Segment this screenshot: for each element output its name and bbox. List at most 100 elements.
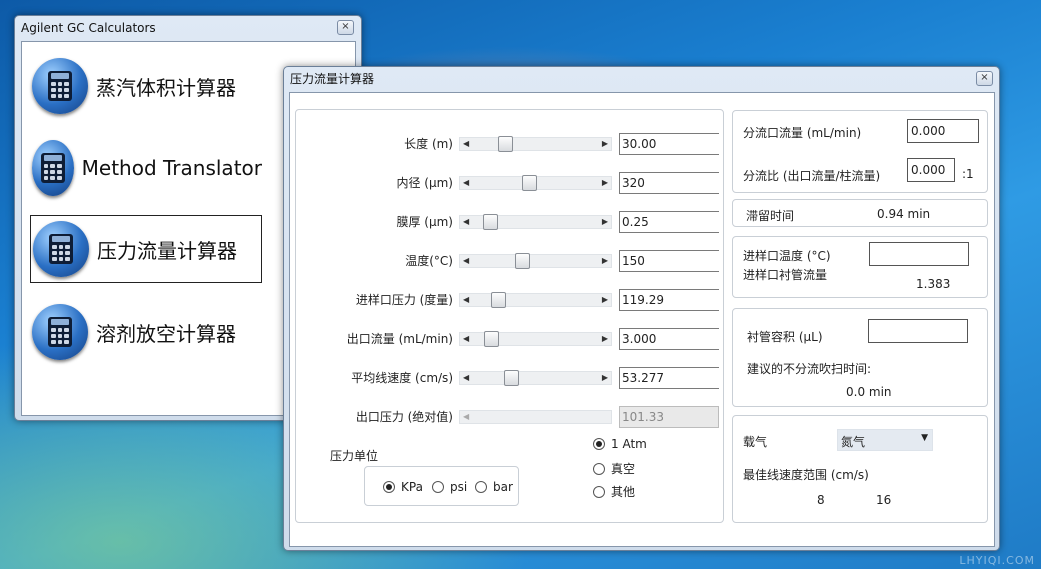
param-slider[interactable]: ◀ ▶ [459, 136, 612, 152]
carrier-gas-label: 载气 [743, 435, 768, 449]
param-input[interactable]: 3.000 [619, 328, 719, 350]
slider-left-arrow-icon[interactable]: ◀ [463, 295, 469, 304]
pressure-flow-close-button[interactable]: × [976, 71, 993, 86]
param-slider[interactable]: ◀ ▶ [459, 175, 612, 191]
liner-flow-value: 1.383 [916, 277, 951, 291]
slider-right-arrow-icon[interactable]: ▶ [602, 295, 608, 304]
inlet-temp-input[interactable] [869, 242, 969, 266]
launcher-close-button[interactable]: × [337, 20, 354, 35]
param-input[interactable]: 0.25 [619, 211, 719, 233]
menu-item-label: Method Translator [81, 156, 262, 180]
pressure-unit-label: 压力单位 [330, 449, 379, 463]
menu-item-label: 压力流量计算器 [97, 238, 237, 263]
slider-right-arrow-icon[interactable]: ▶ [602, 334, 608, 343]
slider-thumb[interactable] [503, 370, 519, 386]
radio-circle [432, 481, 444, 493]
slider-left-arrow-icon[interactable]: ◀ [463, 334, 469, 343]
param-row: 膜厚 (μm) ◀ ▶ 0.25 [296, 209, 725, 233]
param-input[interactable]: 30.00 [619, 133, 719, 155]
radio-outlet-vacuum[interactable]: 真空 [593, 460, 635, 477]
velocity-range-max: 16 [876, 493, 892, 507]
radio-psi[interactable]: psi [432, 480, 467, 494]
calculator-icon [32, 58, 88, 114]
inlet-temp-label: 进样口温度 (°C) [743, 249, 831, 263]
param-input[interactable]: 150 [619, 250, 719, 272]
param-input[interactable]: 53.277 [619, 367, 719, 389]
calculator-icon [32, 304, 88, 360]
param-slider[interactable]: ◀ ▶ [459, 214, 612, 230]
holdup-value: 0.94 min [877, 207, 931, 221]
param-slider[interactable]: ◀ ▶ [459, 331, 612, 347]
split-flow-input[interactable]: 0.000 [907, 119, 979, 143]
watermark: LHYIQI.COM [959, 554, 1035, 567]
liner-panel: 衬管容积 (μL) 建议的不分流吹扫时间: 0.0 min [732, 308, 988, 407]
param-row: 温度(°C) ◀ ▶ 150 [296, 248, 725, 272]
inlet-panel: 进样口温度 (°C) 进样口衬管流量 1.383 [732, 236, 988, 298]
param-label: 长度 (m) [404, 137, 453, 151]
slider-thumb[interactable] [521, 175, 537, 191]
split-ratio-input[interactable]: 0.000 [907, 158, 955, 182]
slider-thumb[interactable] [514, 253, 530, 269]
chevron-down-icon[interactable]: ▼ [921, 433, 928, 443]
radio-label: 其他 [611, 485, 636, 499]
param-input[interactable]: 119.29 [619, 289, 719, 311]
pressure-flow-client-area: 长度 (m) ◀ ▶ 30.00 内径 (μm) ◀ ▶ 320 膜厚 (μm) [289, 92, 995, 547]
pressure-unit-group: KPa psi bar [364, 466, 519, 506]
radio-outlet-1atm[interactable]: 1 Atm [593, 437, 647, 451]
param-label: 膜厚 (μm) [396, 215, 453, 229]
calculator-icon [32, 140, 74, 196]
param-slider-disabled: ◀ [459, 410, 612, 424]
liner-volume-label: 衬管容积 (μL) [747, 330, 823, 344]
radio-bar[interactable]: bar [475, 480, 513, 494]
menu-item-vapor-volume[interactable]: 蒸汽体积计算器 [30, 52, 262, 120]
liner-volume-input[interactable] [868, 319, 968, 343]
param-input-disabled: 101.33 [619, 406, 719, 428]
radio-label: bar [493, 480, 513, 494]
param-row: 出口流量 (mL/min) ◀ ▶ 3.000 [296, 326, 725, 350]
radio-circle [383, 481, 395, 493]
slider-right-arrow-icon[interactable]: ▶ [602, 256, 608, 265]
param-slider[interactable]: ◀ ▶ [459, 292, 612, 308]
launcher-title: Agilent GC Calculators [21, 21, 156, 35]
slider-left-arrow-icon[interactable]: ◀ [463, 139, 469, 148]
param-row: 平均线速度 (cm/s) ◀ ▶ 53.277 [296, 365, 725, 389]
split-ratio-label: 分流比 (出口流量/柱流量) [743, 169, 881, 183]
param-slider[interactable]: ◀ ▶ [459, 253, 612, 269]
menu-item-solvent-vent[interactable]: 溶剂放空计算器 [30, 298, 262, 366]
param-slider[interactable]: ◀ ▶ [459, 370, 612, 386]
param-input[interactable]: 320 [619, 172, 719, 194]
purge-time-label: 建议的不分流吹扫时间: [747, 362, 872, 376]
radio-circle [593, 438, 605, 450]
calculator-icon [33, 221, 89, 277]
carrier-gas-selected: 氮气 [841, 435, 866, 449]
param-label: 进样口压力 (度量) [355, 293, 453, 307]
menu-item-pressure-flow[interactable]: 压力流量计算器 [30, 215, 262, 283]
radio-label: KPa [401, 480, 423, 494]
slider-left-arrow-icon[interactable]: ◀ [463, 217, 469, 226]
split-panel: 分流口流量 (mL/min) 0.000 分流比 (出口流量/柱流量) 0.00… [732, 110, 988, 193]
radio-circle [593, 485, 605, 498]
slider-thumb[interactable] [482, 214, 498, 230]
radio-label: 1 Atm [611, 437, 647, 451]
param-row: 长度 (m) ◀ ▶ 30.00 [296, 131, 725, 155]
radio-circle [593, 462, 605, 475]
slider-left-arrow-icon[interactable]: ◀ [463, 178, 469, 187]
slider-left-arrow-icon[interactable]: ◀ [463, 373, 469, 382]
slider-left-arrow-icon[interactable]: ◀ [463, 256, 469, 265]
holdup-panel: 滞留时间 0.94 min [732, 199, 988, 227]
radio-label: 真空 [611, 462, 636, 476]
radio-outlet-other[interactable]: 其他 [593, 483, 635, 500]
slider-thumb[interactable] [497, 136, 513, 152]
slider-thumb[interactable] [491, 292, 507, 308]
slider-right-arrow-icon[interactable]: ▶ [602, 373, 608, 382]
pressure-flow-title: 压力流量计算器 [290, 72, 375, 86]
menu-item-method-translator[interactable]: Method Translator [30, 134, 262, 202]
radio-kpa[interactable]: KPa [383, 480, 423, 494]
slider-right-arrow-icon[interactable]: ▶ [602, 139, 608, 148]
purge-time-value: 0.0 min [846, 385, 892, 399]
slider-right-arrow-icon[interactable]: ▶ [602, 217, 608, 226]
slider-thumb[interactable] [484, 331, 500, 347]
slider-right-arrow-icon[interactable]: ▶ [602, 178, 608, 187]
carrier-gas-select[interactable]: 氮气 ▼ [837, 429, 933, 451]
param-label: 内径 (μm) [396, 176, 453, 190]
